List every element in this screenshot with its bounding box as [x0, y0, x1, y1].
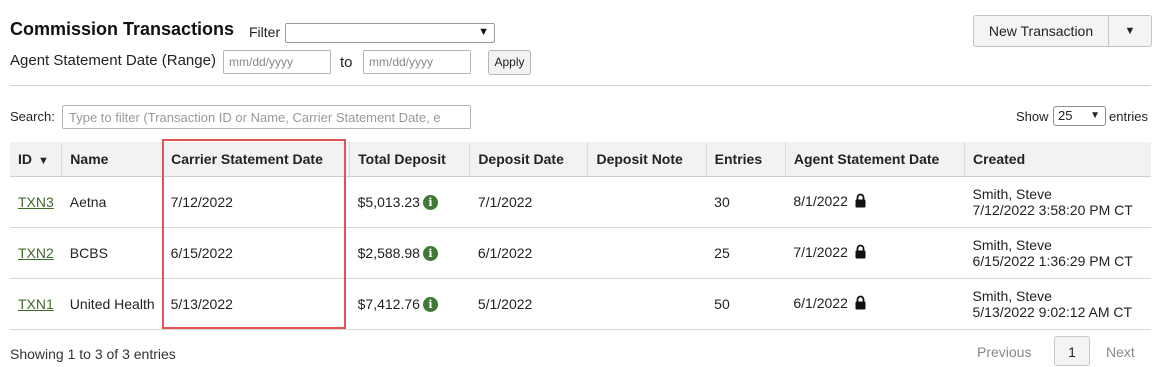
table-header-row: ID ▼ Name Carrier Statement Date Total De…: [10, 142, 1151, 177]
column-header-deposit-date[interactable]: Deposit Date: [469, 142, 589, 177]
date-range-label: Agent Statement Date (Range): [10, 52, 216, 69]
page-title: Commission Transactions: [10, 19, 235, 39]
info-icon[interactable]: i: [422, 194, 438, 210]
search-label: Search:: [10, 109, 55, 124]
divider: [10, 85, 1151, 86]
column-header-total-deposit[interactable]: Total Deposit: [349, 142, 471, 177]
column-header-agent-statement-date[interactable]: Agent Statement Date: [785, 142, 965, 177]
created-by: Smith, Steve: [972, 185, 1052, 202]
agent-date-cell: 6/1/2022: [793, 294, 848, 311]
chevron-down-icon: ▼: [1090, 110, 1100, 121]
date-from-input[interactable]: mm/dd/yyyy: [223, 50, 331, 74]
show-label: Show: [1016, 109, 1049, 124]
table-info: Showing 1 to 3 of 3 entries: [10, 346, 176, 362]
total-deposit-cell: $7,412.76: [357, 295, 420, 312]
transactions-table: ID ▼ Name Carrier Statement Date Total De…: [10, 142, 1151, 330]
deposit-date-cell: 7/1/2022: [469, 176, 588, 228]
sort-desc-icon: ▼: [38, 154, 49, 167]
carrier-date-cell: 6/15/2022: [162, 227, 350, 279]
date-to-input[interactable]: mm/dd/yyyy: [363, 50, 471, 74]
carrier-date-cell: 5/13/2022: [162, 278, 350, 330]
filter-label: Filter: [249, 24, 281, 40]
table-row: TXN3 Aetna 7/12/2022 $5,013.23 i 7/1/2022…: [10, 176, 1151, 228]
new-transaction-button[interactable]: New Transaction: [973, 15, 1109, 47]
lock-icon: [854, 244, 867, 262]
name-cell: Aetna: [61, 176, 163, 228]
column-header-name[interactable]: Name: [61, 142, 164, 177]
column-header-created[interactable]: Created: [964, 142, 1151, 177]
table-row: TXN1 United Health 5/13/2022 $7,412.76 i …: [10, 278, 1151, 330]
deposit-note-cell: [587, 227, 707, 279]
deposit-date-cell: 5/1/2022: [469, 278, 588, 330]
search-input[interactable]: Type to filter (Transaction ID or Name, …: [62, 105, 471, 129]
column-header-id[interactable]: ID ▼: [10, 142, 63, 177]
created-at: 7/12/2022 3:58:20 PM CT: [972, 201, 1133, 218]
to-label: to: [340, 54, 353, 71]
pagination-previous[interactable]: Previous: [977, 344, 1031, 360]
lock-icon: [854, 295, 867, 313]
created-by: Smith, Steve: [972, 287, 1052, 304]
column-header-carrier-statement-date[interactable]: Carrier Statement Date: [162, 142, 351, 177]
transaction-id-link[interactable]: TXN1: [18, 296, 54, 312]
agent-date-cell: 7/1/2022: [793, 243, 848, 260]
name-cell: United Health: [61, 278, 163, 330]
entries-cell: 25: [706, 227, 786, 279]
filter-select[interactable]: ▼: [285, 23, 495, 43]
pagination-page-1[interactable]: 1: [1054, 336, 1090, 366]
transaction-id-link[interactable]: TXN2: [18, 245, 54, 261]
column-header-entries[interactable]: Entries: [706, 142, 786, 177]
transaction-id-link[interactable]: TXN3: [18, 194, 54, 210]
deposit-note-cell: [587, 176, 707, 228]
new-transaction-dropdown-button[interactable]: ▼: [1108, 15, 1152, 47]
info-icon[interactable]: i: [422, 245, 438, 261]
created-by: Smith, Steve: [972, 236, 1052, 253]
column-header-deposit-note[interactable]: Deposit Note: [587, 142, 707, 177]
caret-down-icon: ▼: [1124, 25, 1136, 37]
deposit-note-cell: [587, 278, 707, 330]
apply-button[interactable]: Apply: [488, 50, 531, 75]
total-deposit-cell: $5,013.23: [357, 193, 420, 210]
total-deposit-cell: $2,588.98: [357, 244, 420, 261]
entries-cell: 50: [706, 278, 786, 330]
name-cell: BCBS: [61, 227, 163, 279]
created-at: 5/13/2022 9:02:12 AM CT: [972, 303, 1133, 320]
pagination-next[interactable]: Next: [1106, 344, 1135, 360]
chevron-down-icon: ▼: [478, 26, 489, 38]
created-at: 6/15/2022 1:36:29 PM CT: [972, 252, 1133, 269]
entries-label: entries: [1109, 109, 1149, 124]
page-size-value: 25: [1058, 108, 1073, 123]
carrier-date-cell: 7/12/2022: [162, 176, 350, 228]
page-size-select[interactable]: 25 ▼: [1053, 106, 1106, 126]
lock-icon: [854, 193, 867, 211]
deposit-date-cell: 6/1/2022: [469, 227, 588, 279]
info-icon[interactable]: i: [422, 296, 438, 312]
agent-date-cell: 8/1/2022: [793, 192, 848, 209]
entries-cell: 30: [706, 176, 786, 228]
table-row: TXN2 BCBS 6/15/2022 $2,588.98 i 6/1/2022 …: [10, 227, 1151, 279]
